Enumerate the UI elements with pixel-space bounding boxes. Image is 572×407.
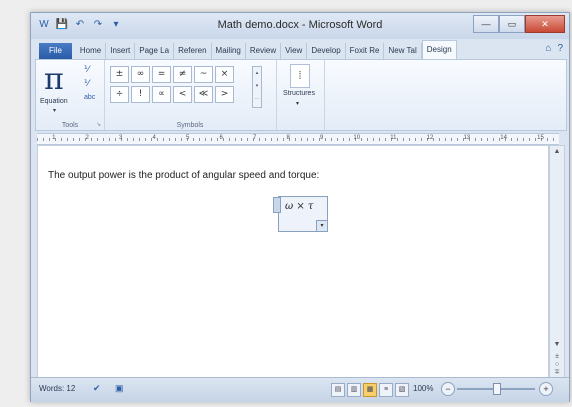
symbol-much-less-than[interactable]: ≪ xyxy=(194,86,213,103)
previous-page-icon[interactable]: ± xyxy=(550,353,564,360)
tab-mailings[interactable]: Mailing xyxy=(212,43,246,59)
equation-object[interactable]: ω × τ ▾ xyxy=(273,196,328,232)
tab-insert[interactable]: Insert xyxy=(106,43,136,59)
browse-object-icon[interactable]: ○ xyxy=(550,361,564,368)
minimize-button[interactable]: — xyxy=(473,15,499,33)
symbol-times[interactable]: × xyxy=(215,66,234,83)
ruler-number: 1 xyxy=(52,135,56,141)
minimize-ribbon-icon[interactable]: ⌂ xyxy=(545,43,551,54)
ruler-number: 10 xyxy=(353,135,361,141)
ruler-number: 14 xyxy=(500,135,507,141)
ruler-number: 13 xyxy=(463,135,471,141)
tab-design[interactable]: Design xyxy=(421,40,457,59)
symbol-equals[interactable]: = xyxy=(152,66,171,83)
maximize-button[interactable]: ▭ xyxy=(499,15,525,33)
symbols-group-label: Symbols xyxy=(176,122,204,129)
ruler-number: 8 xyxy=(286,135,290,141)
next-page-icon[interactable]: ∓ xyxy=(550,368,564,376)
ruler-number: 11 xyxy=(390,135,397,141)
linear-icon[interactable]: ⅟ xyxy=(84,78,89,89)
gallery-up-icon[interactable]: ▴ xyxy=(253,67,261,80)
outline-view-icon[interactable]: ≡ xyxy=(379,383,393,397)
symbols-group: ± ∞ = ≠ ~ × ÷ ! ∝ < ≪ > ▴ ▾ ⋯ Symbols xyxy=(104,60,277,130)
structures-button[interactable]: Structures xyxy=(278,90,320,97)
ruler-number: 6 xyxy=(219,135,223,141)
symbol-tilde[interactable]: ~ xyxy=(194,66,213,83)
help-icon[interactable]: ? xyxy=(557,43,563,54)
gallery-down-icon[interactable]: ▾ xyxy=(253,80,261,93)
draft-view-icon[interactable]: ▧ xyxy=(395,383,409,397)
symbol-less-than[interactable]: < xyxy=(173,86,192,103)
tab-review[interactable]: Review xyxy=(246,43,282,59)
zoom-level[interactable]: 100% xyxy=(413,384,433,393)
dialog-launcher-icon[interactable]: ↘ xyxy=(96,121,101,128)
tab-developer[interactable]: Develop xyxy=(307,43,346,59)
tab-view[interactable]: View xyxy=(281,43,308,59)
ruler-number: 7 xyxy=(252,135,257,141)
tab-page-layout[interactable]: Page La xyxy=(135,43,175,59)
ribbon-tabs: File Home Insert Page La Referen Mailing… xyxy=(31,39,569,59)
ruler-number: 9 xyxy=(319,135,324,141)
chevron-down-icon[interactable]: ▾ xyxy=(296,100,299,107)
ruler-number: 5 xyxy=(186,135,190,141)
view-buttons: ▤ ▥ ▦ ≡ ▧ xyxy=(331,383,409,397)
tab-foxit-reader[interactable]: Foxit Re xyxy=(346,43,385,59)
gallery-more-icon[interactable]: ⋯ xyxy=(253,93,261,106)
symbol-plus-minus[interactable]: ± xyxy=(110,66,129,83)
equation-options-button[interactable]: ▾ xyxy=(316,220,327,231)
macro-icon[interactable]: ▣ xyxy=(115,383,124,394)
tab-file[interactable]: File xyxy=(39,43,72,59)
word-count[interactable]: Words: 12 xyxy=(39,384,75,393)
zoom-out-button[interactable]: − xyxy=(441,382,455,396)
close-button[interactable]: ✕ xyxy=(525,15,565,33)
document-body-text[interactable]: The output power is the product of angul… xyxy=(48,170,319,181)
proofing-icon[interactable]: ✔ xyxy=(93,383,101,394)
title-bar: W 💾 ↶ ↷ ▾ Math demo.docx - Microsoft Wor… xyxy=(31,13,569,39)
symbol-divide[interactable]: ÷ xyxy=(110,86,129,103)
tools-group-label: Tools xyxy=(61,122,79,129)
chevron-down-icon[interactable]: ▾ xyxy=(53,107,56,114)
symbol-not-equal[interactable]: ≠ xyxy=(173,66,192,83)
ruler-number: 2 xyxy=(85,135,89,141)
professional-icon[interactable]: ⅟ xyxy=(84,64,89,75)
scroll-up-icon[interactable]: ▲ xyxy=(550,148,564,155)
symbol-gallery: ± ∞ = ≠ ~ × ÷ ! ∝ < ≪ > xyxy=(110,66,256,104)
tab-new-tab[interactable]: New Tal xyxy=(384,43,422,59)
symbol-proportional[interactable]: ∝ xyxy=(152,86,171,103)
zoom-slider-thumb[interactable] xyxy=(493,383,501,395)
symbol-gallery-scroll[interactable]: ▴ ▾ ⋯ xyxy=(252,66,262,108)
structures-icon[interactable]: ⁞ xyxy=(290,64,310,88)
normal-text-icon[interactable]: abc xyxy=(84,94,95,101)
equation-button[interactable]: Equation xyxy=(40,98,68,105)
web-layout-view-icon[interactable]: ▦ xyxy=(363,383,377,397)
tab-home[interactable]: Home xyxy=(76,43,107,59)
structures-group: ⁞ Structures ▾ xyxy=(276,60,325,130)
scroll-down-icon[interactable]: ▼ xyxy=(550,341,564,348)
document-page[interactable]: The output power is the product of angul… xyxy=(37,145,549,379)
ribbon: π Equation ▾ ⅟ ⅟ abc Tools ↘ ± ∞ = ≠ ~ ×… xyxy=(35,59,567,131)
ruler-numbers: 1 2 3 4 5 6 7 8 9 10 11 12 13 14 15 xyxy=(37,133,559,143)
tools-group: π Equation ▾ ⅟ ⅟ abc Tools ↘ xyxy=(36,60,105,130)
symbol-factorial[interactable]: ! xyxy=(131,86,150,103)
ruler-number: 12 xyxy=(426,135,434,141)
pi-equation-icon[interactable]: π xyxy=(44,62,64,97)
ruler-number: 15 xyxy=(537,135,544,141)
full-screen-view-icon[interactable]: ▥ xyxy=(347,383,361,397)
ruler-number: 4 xyxy=(152,135,156,141)
zoom-in-button[interactable]: + xyxy=(539,382,553,396)
vertical-scrollbar[interactable]: ▲ ± ○ ∓ ▼ xyxy=(549,145,565,379)
equation-content[interactable]: ω × τ xyxy=(285,201,313,212)
symbol-infinity[interactable]: ∞ xyxy=(131,66,150,83)
print-layout-view-icon[interactable]: ▤ xyxy=(331,383,345,397)
equation-handle[interactable] xyxy=(273,197,281,213)
symbol-greater-than[interactable]: > xyxy=(215,86,234,103)
word-window: W 💾 ↶ ↷ ▾ Math demo.docx - Microsoft Wor… xyxy=(30,12,570,402)
status-bar: Words: 12 ✔ ▣ ▤ ▥ ▦ ≡ ▧ 100% − + xyxy=(31,377,569,402)
ruler-number: 3 xyxy=(119,135,123,141)
tab-references[interactable]: Referen xyxy=(174,43,212,59)
